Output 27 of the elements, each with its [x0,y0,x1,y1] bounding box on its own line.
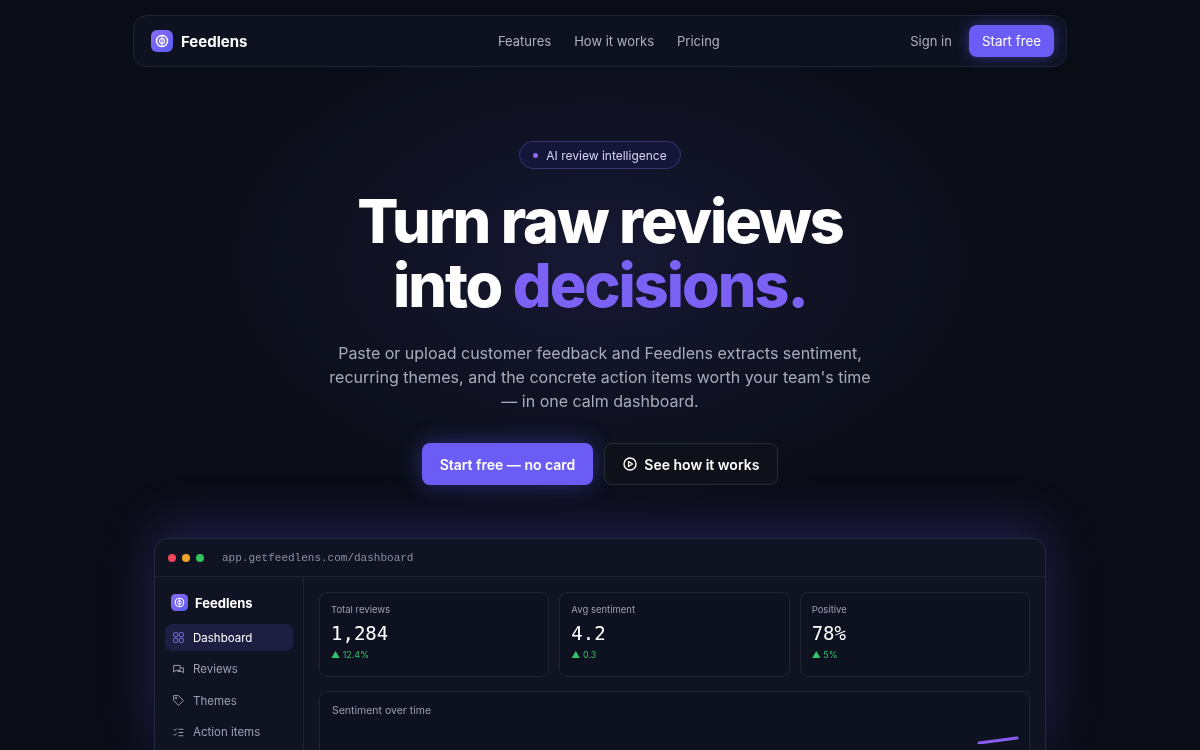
stat-value: 1,284 [331,622,390,644]
nav-link[interactable]: Features [497,33,552,49]
brand-name: Feedlens [181,31,248,51]
stat-change: ▲ 0.3 [571,649,598,660]
brand-name: Feedlens [195,594,253,611]
start-free-button[interactable]: Start free — no card [421,443,594,485]
sidebar-item[interactable]: Reviews [165,655,293,683]
sidebar-item[interactable]: Themes [165,687,293,714]
lead-paragraph: Paste or upload customer feedback and Feedlens extracts sentiment, recurring themes, and the concrete action items worth your team's time — in one calm dashboard. [328,342,872,413]
nav-link[interactable]: How it works [574,33,655,49]
stat-value: 4.2 [571,622,607,644]
see-how-it-works-button[interactable]: See how it works [604,443,779,485]
headline: Turn raw reviews into decisions. [356,189,844,317]
start-free-button[interactable]: Start free [968,25,1054,57]
chart-title: Sentiment over time [332,704,433,717]
sidebar-item[interactable]: Action items [165,718,293,746]
stat-change: ▲ 5% [811,649,839,660]
stat-label: Positive [811,604,848,615]
stat-value: 78% [811,622,847,644]
badge-text: AI review intelligence [546,147,667,163]
nav-link[interactable]: Pricing [677,33,720,49]
sidebar-item[interactable]: Dashboard [165,624,293,651]
stat-label: Total reviews [331,604,392,615]
stat-label: Avg sentiment [571,604,637,615]
sign-in-link[interactable]: Sign in [910,33,952,49]
stat-change: ▲ 12.4% [331,649,371,660]
url-text: app.getfeedlens.com/dashboard [222,551,414,564]
